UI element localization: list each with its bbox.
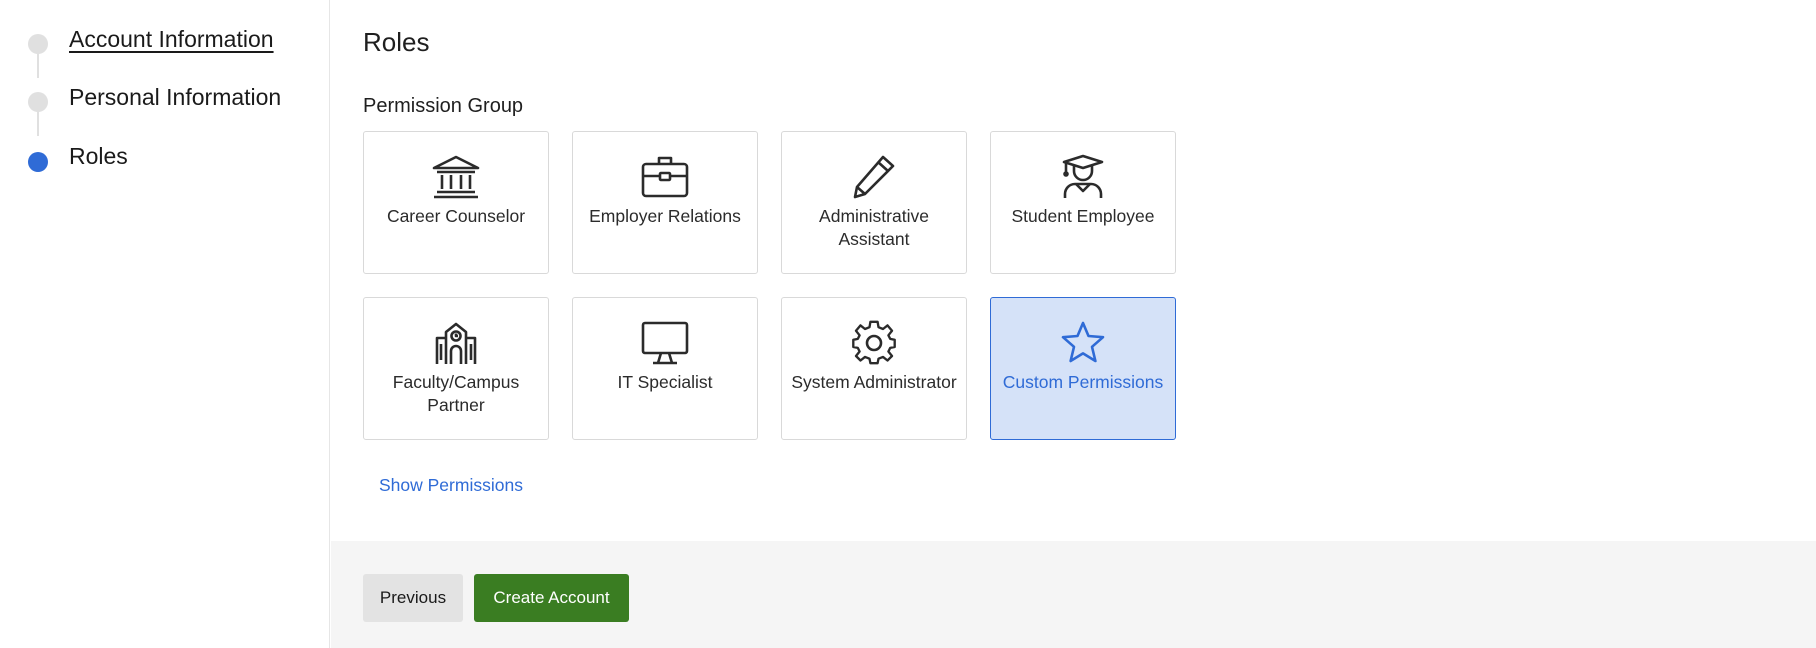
gear-icon <box>782 320 966 366</box>
monitor-icon <box>573 320 757 366</box>
step-dot <box>28 34 48 54</box>
role-card-administrative-assistant[interactable]: Administrative Assistant <box>781 131 967 274</box>
role-card-label: Career Counselor <box>386 206 526 226</box>
role-card-label: Employer Relations <box>589 206 741 226</box>
section-title: Permission Group <box>363 95 524 117</box>
create-account-button[interactable]: Create Account <box>474 574 629 622</box>
step-label[interactable]: Account Information <box>69 25 274 53</box>
previous-button[interactable]: Previous <box>363 574 463 622</box>
role-card-label: Custom Permissions <box>1002 372 1164 392</box>
step-label[interactable]: Personal Information <box>69 83 281 111</box>
school-building-icon <box>364 320 548 366</box>
role-card-career-counselor[interactable]: Career Counselor <box>363 131 549 274</box>
step-dot <box>28 152 48 172</box>
role-card-label: Faculty/Campus Partner <box>392 372 520 415</box>
main-content: Roles Permission Group Career Counselor <box>331 0 1816 648</box>
star-icon <box>991 320 1175 366</box>
role-card-label: Administrative Assistant <box>819 206 929 249</box>
role-card-faculty-campus-partner[interactable]: Faculty/Campus Partner <box>363 297 549 440</box>
graduate-icon <box>991 154 1175 200</box>
step-personal-information[interactable]: Personal Information <box>0 82 330 122</box>
role-card-label: System Administrator <box>791 372 957 392</box>
role-card-label: Student Employee <box>1011 206 1155 226</box>
pencil-icon <box>782 154 966 200</box>
step-label: Roles <box>69 143 128 169</box>
page-title: Roles <box>363 27 430 57</box>
step-account-information[interactable]: Account Information <box>0 24 330 64</box>
form-footer: Previous Create Account <box>331 541 1816 648</box>
role-card-student-employee[interactable]: Student Employee <box>990 131 1176 274</box>
stepper-sidebar: Account Information Personal Information… <box>0 0 330 648</box>
role-card-employer-relations[interactable]: Employer Relations <box>572 131 758 274</box>
show-permissions-link[interactable]: Show Permissions <box>379 474 523 496</box>
briefcase-icon <box>573 154 757 200</box>
role-card-label: IT Specialist <box>617 372 713 392</box>
step-roles[interactable]: Roles <box>0 142 330 182</box>
role-card-custom-permissions[interactable]: Custom Permissions <box>990 297 1176 440</box>
app-root: Account Information Personal Information… <box>0 0 1816 648</box>
step-dot <box>28 92 48 112</box>
role-card-it-specialist[interactable]: IT Specialist <box>572 297 758 440</box>
bank-icon <box>364 154 548 200</box>
role-card-system-administrator[interactable]: System Administrator <box>781 297 967 440</box>
